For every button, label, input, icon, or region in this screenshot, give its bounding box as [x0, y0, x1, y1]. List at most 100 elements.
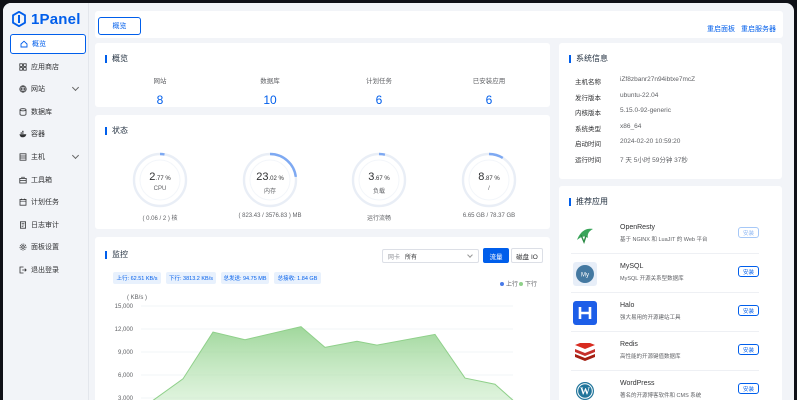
y-tick-label: 6,000 — [118, 373, 134, 379]
app-name: Redis — [620, 341, 638, 348]
system-info-key: 内核版本 — [575, 110, 601, 117]
sidebar-item-label: 计划任务 — [31, 199, 59, 207]
y-tick-label: 9,000 — [118, 350, 134, 356]
overview-title: 概览 — [105, 53, 128, 64]
overview-stat-label: 数据库 — [260, 78, 280, 85]
gauge-name: / — [488, 186, 490, 192]
sidebar-item-label: 面板设置 — [31, 244, 59, 252]
app-description: 基于 NGINX 和 LuaJIT 的 Web 平台 — [620, 237, 708, 243]
monitor-card: 监控 网卡 所有 流量 磁盘 IO 上行: 62.51 KB/s 下行: 381… — [95, 237, 550, 400]
logo[interactable]: 1Panel — [12, 9, 81, 29]
openresty-icon — [573, 223, 597, 247]
app-name: MySQL — [620, 263, 644, 270]
restart-panel-link[interactable]: 重启面板 — [707, 24, 735, 34]
system-info-value: ubuntu-22.04 — [620, 91, 659, 99]
system-info-row: 内核版本 5.15.0-92-generic — [575, 107, 671, 117]
install-button[interactable]: 安装 — [738, 305, 759, 316]
gauge-value: 3.67 % — [324, 171, 434, 183]
overview-stat[interactable]: 网站 8 — [105, 75, 215, 107]
redis-icon — [573, 340, 597, 364]
server-icon — [19, 153, 27, 161]
gauge-footnote: ( 0.06 / 2 ) 核 — [142, 216, 178, 222]
log-icon — [19, 221, 27, 229]
sidebar-item-label: 应用商店 — [31, 63, 59, 71]
sidebar-item-label: 退出登录 — [31, 266, 59, 274]
overview-stat-label: 计划任务 — [366, 78, 392, 85]
svg-text:My: My — [581, 273, 589, 279]
sidebar-item-calendar[interactable]: 计划任务 — [10, 192, 86, 212]
sidebar-item-label: 工具箱 — [31, 176, 52, 184]
gauge-value: 8.87 % — [434, 171, 544, 183]
sidebar-item-settings[interactable]: 面板设置 — [10, 237, 86, 257]
sidebar-item-toolbox[interactable]: 工具箱 — [10, 170, 86, 190]
app-description: 高性能的开源键值数据库 — [620, 354, 681, 360]
system-info-value: iZf8zbanr27n94ibtxe7mcZ — [620, 76, 696, 83]
sidebar-item-log[interactable]: 日志审计 — [10, 215, 86, 235]
system-info-key: 启动时间 — [575, 141, 601, 148]
gauge-name: 负载 — [372, 189, 385, 195]
system-info-row: 系统类型 x86_64 — [575, 123, 641, 133]
gauge-footnote: ( 823.43 / 3576.83 ) MB — [238, 213, 302, 219]
logo-text: 1Panel — [31, 10, 81, 28]
halo-icon — [573, 301, 597, 325]
sidebar-item-logout[interactable]: 退出登录 — [10, 260, 86, 280]
sidebar-item-docker[interactable]: 容器 — [10, 124, 86, 144]
system-info-key: 主机名称 — [575, 79, 601, 86]
series-download-area — [153, 326, 513, 400]
sidebar-item-database[interactable]: 数据库 — [10, 102, 86, 122]
overview-stat[interactable]: 计划任务 6 — [324, 75, 434, 107]
database-icon — [19, 108, 27, 116]
sidebar-item-apps[interactable]: 应用商店 — [10, 57, 86, 77]
app-row-mysql[interactable]: My MySQL MySQL 开源关系型数据库 安装 — [571, 256, 759, 293]
gauge-value-dec: .87 % — [484, 176, 500, 182]
sidebar-item-label: 网站 — [31, 86, 45, 94]
status-gauge: 8.87 % / 6.65 GB / 78.37 GB — [434, 151, 544, 219]
overview-stat[interactable]: 已安装应用 6 — [434, 75, 544, 107]
status-gauge: 23.02 % 内存 ( 823.43 / 3576.83 ) MB — [215, 151, 325, 219]
install-button[interactable]: 安装 — [738, 344, 759, 355]
overview-stat-value: 6 — [485, 93, 493, 107]
calendar-icon — [19, 198, 27, 206]
restart-server-link[interactable]: 重启服务器 — [741, 24, 776, 34]
y-tick-label: 12,000 — [115, 327, 134, 333]
sidebar-item-label: 容器 — [31, 131, 45, 139]
app-description: 强大易用的开源建站工具 — [620, 315, 681, 321]
sidebar-item-globe[interactable]: 网站 — [10, 79, 86, 99]
top-bar: 概览 重启面板 重启服务器 — [95, 11, 783, 38]
system-info-key: 发行版本 — [575, 94, 601, 102]
app-row-halo[interactable]: Halo 强大易用的开源建站工具 安装 — [571, 295, 759, 332]
gauge-center: 3.67 % 负载 — [324, 171, 434, 195]
app-name: Halo — [620, 302, 635, 309]
gauge-value: 2.77 % — [105, 171, 215, 183]
y-tick-label: 15,000 — [115, 304, 134, 310]
recommended-apps-title: 推荐应用 — [569, 196, 608, 207]
overview-card: 概览 网站 8 数据库 10 计划任务 6 已安装应用 6 — [95, 43, 550, 107]
tab-overview[interactable]: 概览 — [98, 17, 141, 35]
app-window: 1Panel 概览 应用商店 网站 数据库 容器 主机 工具箱 计划任务 日志审计 面板设置 退出登… — [3, 3, 794, 400]
overview-stat-value: 6 — [375, 93, 383, 107]
install-button[interactable]: 安装 — [738, 227, 759, 238]
sidebar-item-home[interactable]: 概览 — [10, 34, 86, 54]
sidebar-item-label: 数据库 — [31, 108, 52, 116]
gauge-center: 23.02 % 内存 — [215, 171, 325, 195]
app-row-wordpress[interactable]: W WordPress 著名的开源博客软件和 CMS 系统 安装 — [571, 373, 759, 400]
app-row-openresty[interactable]: OpenResty 基于 NGINX 和 LuaJIT 的 Web 平台 安装 — [571, 217, 759, 254]
app-row-redis[interactable]: Redis 高性能的开源键值数据库 安装 — [571, 334, 759, 371]
system-info-card: 系统信息 主机名称 iZf8zbanr27n94ibtxe7mcZ 发行版本 ubun… — [559, 43, 782, 179]
system-info-row: 发行版本 ubuntu-22.04 — [575, 92, 658, 102]
gauge-value-dec: .02 % — [268, 176, 284, 182]
system-info-key: 运行时间 — [575, 156, 601, 164]
status-title: 状态 — [105, 125, 128, 136]
install-button[interactable]: 安装 — [738, 266, 759, 277]
gauge-value-int: 23 — [256, 171, 269, 183]
chevron-down-icon — [71, 151, 80, 160]
install-button[interactable]: 安装 — [738, 383, 759, 394]
system-info-title: 系统信息 — [569, 53, 608, 64]
overview-stat[interactable]: 数据库 10 — [215, 75, 325, 107]
logout-icon — [19, 266, 27, 274]
system-info-value: x86_64 — [620, 122, 642, 130]
network-chart: ( KB/s ) 15,000 12,000 9,000 6,000 3,000 — [115, 295, 514, 400]
system-info-value: 5.15.0-92-generic — [620, 107, 671, 114]
gauge-name: CPU — [153, 186, 167, 192]
sidebar-item-server[interactable]: 主机 — [10, 147, 86, 167]
